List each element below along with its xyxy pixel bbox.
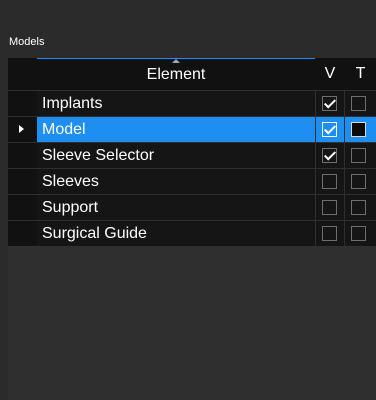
column-header-t[interactable]: T [345, 58, 376, 90]
row-header[interactable] [8, 143, 37, 168]
table-row[interactable]: Sleeve Selector [8, 143, 376, 169]
transparent-checkbox[interactable] [351, 226, 366, 241]
visible-cell[interactable] [316, 117, 344, 142]
transparent-checkbox[interactable] [351, 200, 366, 215]
transparent-cell[interactable] [345, 195, 376, 220]
row-element-name[interactable]: Sleeves [37, 169, 315, 194]
transparent-checkbox[interactable] [351, 174, 366, 189]
current-row-icon [19, 125, 24, 133]
column-header-element[interactable]: Element [37, 58, 315, 90]
table-row[interactable]: Surgical Guide [8, 221, 376, 247]
visible-checkbox[interactable] [322, 200, 337, 215]
row-element-name[interactable]: Surgical Guide [37, 221, 315, 246]
transparent-cell[interactable] [345, 221, 376, 246]
row-header[interactable] [8, 91, 37, 116]
transparent-checkbox[interactable] [351, 96, 366, 111]
row-element-name[interactable]: Implants [37, 91, 315, 116]
transparent-checkbox[interactable] [351, 148, 366, 163]
visible-cell[interactable] [316, 195, 344, 220]
row-header[interactable] [8, 195, 37, 220]
column-header-v[interactable]: V [316, 58, 344, 90]
visible-cell[interactable] [316, 169, 344, 194]
table-row[interactable]: Implants [8, 91, 376, 117]
column-header-element-label: Element [146, 65, 206, 83]
table-row[interactable]: Support [8, 195, 376, 221]
visible-checkbox[interactable] [322, 122, 337, 137]
sort-ascending-icon [172, 59, 180, 63]
visible-cell[interactable] [316, 91, 344, 116]
visible-checkbox[interactable] [322, 174, 337, 189]
transparent-cell[interactable] [345, 143, 376, 168]
row-element-name[interactable]: Model [37, 117, 315, 142]
models-grid[interactable]: Element V T Implants Model Sleeve Select… [8, 58, 376, 400]
panel-title: Models [9, 36, 45, 48]
visible-checkbox[interactable] [322, 226, 337, 241]
header-corner [8, 58, 37, 90]
table-row[interactable]: Sleeves [8, 169, 376, 195]
row-header[interactable] [8, 117, 37, 142]
transparent-cell[interactable] [345, 117, 376, 142]
transparent-cell[interactable] [345, 91, 376, 116]
visible-cell[interactable] [316, 221, 344, 246]
visible-checkbox[interactable] [322, 148, 337, 163]
visible-cell[interactable] [316, 143, 344, 168]
row-header[interactable] [8, 221, 37, 246]
table-row[interactable]: Model [8, 117, 376, 143]
row-element-name[interactable]: Support [37, 195, 315, 220]
grid-header: Element V T [8, 58, 376, 90]
transparent-checkbox[interactable] [351, 122, 366, 137]
row-header[interactable] [8, 169, 37, 194]
row-element-name[interactable]: Sleeve Selector [37, 143, 315, 168]
visible-checkbox[interactable] [322, 96, 337, 111]
transparent-cell[interactable] [345, 169, 376, 194]
